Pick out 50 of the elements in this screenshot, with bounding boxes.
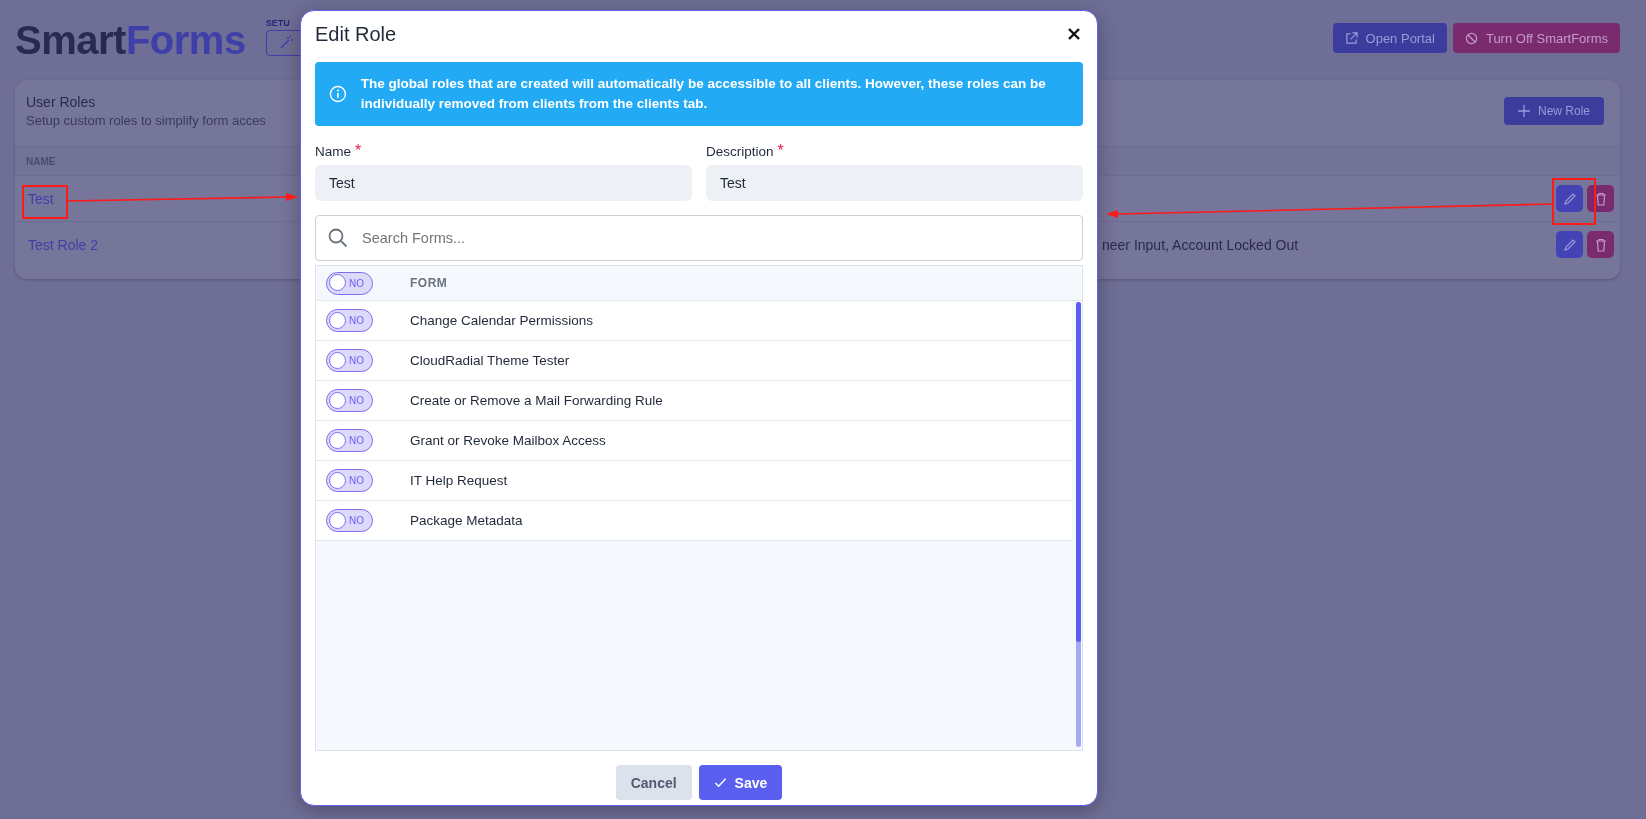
block-icon: [1464, 31, 1478, 45]
info-text: The global roles that are created will automatically be accessible to all clients. However, these roles can be individually removed from clients from the clients tab.: [360, 75, 1047, 113]
form-name: CloudRadial Theme Tester: [410, 353, 570, 368]
forms-cell-text: neer Input, Account Locked Out: [1102, 236, 1300, 253]
toggle-switch[interactable]: NO: [326, 309, 373, 332]
pencil-icon: [1562, 237, 1577, 252]
trash-icon: [1593, 237, 1608, 252]
required-mark: *: [777, 142, 784, 160]
scrollbar[interactable]: [1076, 302, 1081, 747]
close-icon: [1067, 27, 1081, 41]
text-field[interactable]: Test: [315, 165, 692, 201]
field-label: Description: [706, 144, 774, 159]
cancel-button[interactable]: Cancel: [615, 765, 692, 800]
toggle-switch[interactable]: NO: [326, 389, 373, 412]
search-field[interactable]: Search Forms...: [315, 215, 1083, 261]
annotation-box: [1552, 178, 1596, 225]
toggle-switch[interactable]: NO: [326, 509, 373, 532]
trash-icon: [1593, 191, 1608, 206]
form-name: Package Metadata: [410, 513, 523, 528]
turn-off-button[interactable]: Turn Off SmartForms: [1452, 23, 1620, 53]
card-title: User Roles: [26, 94, 97, 110]
toggle-switch[interactable]: NO: [326, 469, 373, 492]
card-subtitle: Setup custom roles to simplify form acces: [26, 113, 266, 128]
form-name: Grant or Revoke Mailbox Access: [410, 433, 606, 448]
dialog-title: Edit Role: [315, 22, 397, 46]
search-icon: [328, 228, 348, 248]
setup-label: SETU: [265, 18, 291, 28]
plus-icon: [1517, 105, 1530, 117]
new-role-button[interactable]: New Role: [1503, 97, 1604, 125]
edit-button[interactable]: [1556, 185, 1583, 212]
external-link-icon: [1344, 31, 1358, 45]
save-button[interactable]: Save: [698, 765, 783, 800]
pencil-icon: [1562, 191, 1577, 206]
form-name: Create or Remove a Mail Forwarding Rule: [410, 393, 663, 408]
delete-button[interactable]: [1587, 185, 1614, 212]
form-name: Change Calendar Permissions: [410, 313, 594, 328]
toggle-switch[interactable]: NO: [326, 349, 373, 372]
toggle-switch[interactable]: NO: [326, 429, 373, 452]
column-header: FORM: [410, 276, 448, 290]
field-label: Name: [315, 144, 351, 159]
open-portal-button[interactable]: Open Portal: [1332, 23, 1447, 53]
text-field[interactable]: Test: [706, 165, 1083, 201]
check-icon: [713, 776, 727, 789]
form-name: IT Help Request: [410, 473, 508, 488]
required-mark: *: [355, 142, 362, 160]
edit-button[interactable]: [1556, 231, 1583, 258]
annotation-box: [22, 185, 68, 219]
delete-button[interactable]: [1587, 231, 1614, 258]
toggle-switch[interactable]: NO: [326, 271, 373, 295]
smartforms-logo: SmartForms: [15, 17, 246, 63]
